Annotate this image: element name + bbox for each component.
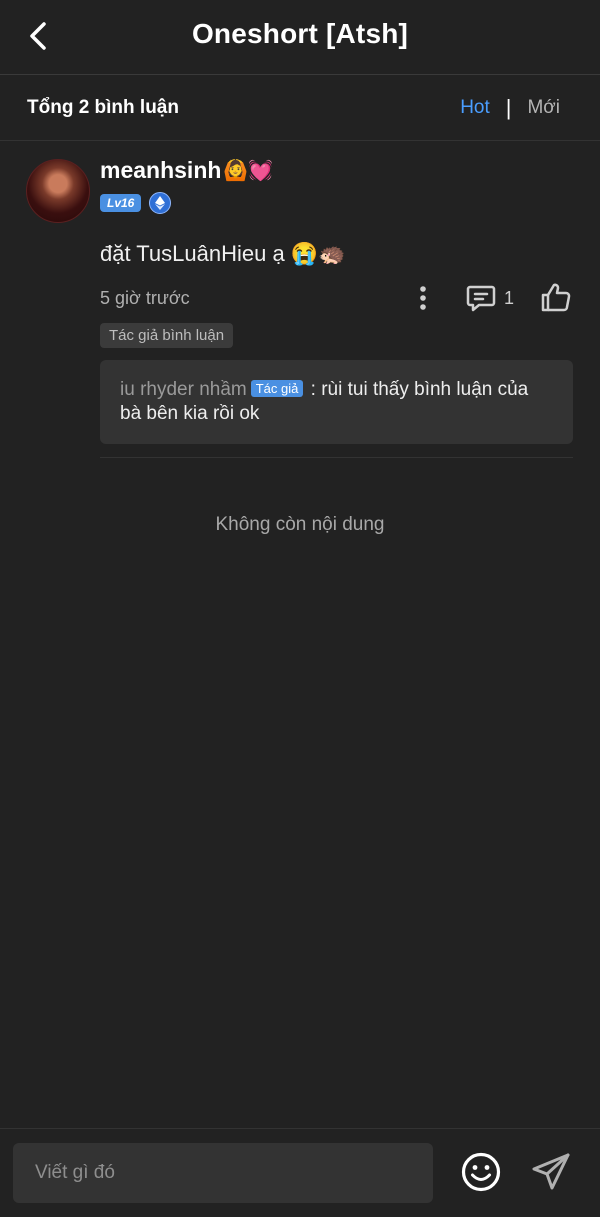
reply-author-tag: Tác giả bbox=[250, 380, 304, 397]
avatar[interactable] bbox=[26, 159, 90, 223]
sort-separator: | bbox=[505, 95, 512, 120]
sort-toggle: Hot | Mới bbox=[460, 95, 560, 121]
comment-username[interactable]: meanhsinh 🙆💓 bbox=[100, 157, 273, 184]
smiley-icon bbox=[461, 1152, 501, 1192]
comment-input-container bbox=[13, 1143, 433, 1203]
ethereum-badge-icon bbox=[149, 192, 172, 214]
comment-text: đặt TusLuânHieu ạ 😭🦔 bbox=[100, 241, 346, 266]
total-comments: Tổng 2 bình luận bbox=[27, 97, 179, 118]
thumbs-up-icon bbox=[541, 283, 571, 312]
more-options-button[interactable] bbox=[412, 282, 434, 314]
comment-icon bbox=[466, 285, 496, 312]
sort-hot-tab[interactable]: Hot bbox=[460, 97, 490, 119]
username-text: meanhsinh bbox=[100, 157, 222, 183]
send-icon bbox=[532, 1153, 570, 1190]
level-badge: Lv16 bbox=[100, 194, 142, 212]
username-emojis: 🙆💓 bbox=[223, 160, 274, 182]
comment-composer bbox=[0, 1128, 600, 1217]
no-more-content-note: Không còn nội dung bbox=[215, 514, 385, 535]
comment-count-bar: Tổng 2 bình luận Hot | Mới bbox=[0, 75, 600, 141]
reply-author: iu rhyder nhầm bbox=[120, 379, 247, 400]
more-vertical-icon bbox=[420, 286, 426, 310]
comment-input[interactable] bbox=[33, 1161, 413, 1185]
header: Oneshort [Atsh] bbox=[0, 0, 600, 75]
like-button[interactable] bbox=[540, 281, 572, 318]
emoji-button[interactable] bbox=[460, 1151, 502, 1198]
page-title: Oneshort [Atsh] bbox=[191, 18, 409, 49]
divider bbox=[100, 457, 573, 458]
reply-button[interactable]: 1 bbox=[466, 282, 514, 314]
comment-timestamp: 5 giờ trước bbox=[100, 288, 190, 308]
sort-new-tab[interactable]: Mới bbox=[527, 97, 560, 119]
reply-count: 1 bbox=[504, 287, 515, 308]
comment-author-tag: Tác giả bình luận bbox=[100, 323, 234, 348]
send-button[interactable] bbox=[530, 1151, 572, 1198]
reply-preview[interactable]: iu rhyder nhầm Tác giả : rùi tui thấy bìn… bbox=[100, 360, 573, 444]
user-badges: Lv16 bbox=[100, 192, 172, 214]
